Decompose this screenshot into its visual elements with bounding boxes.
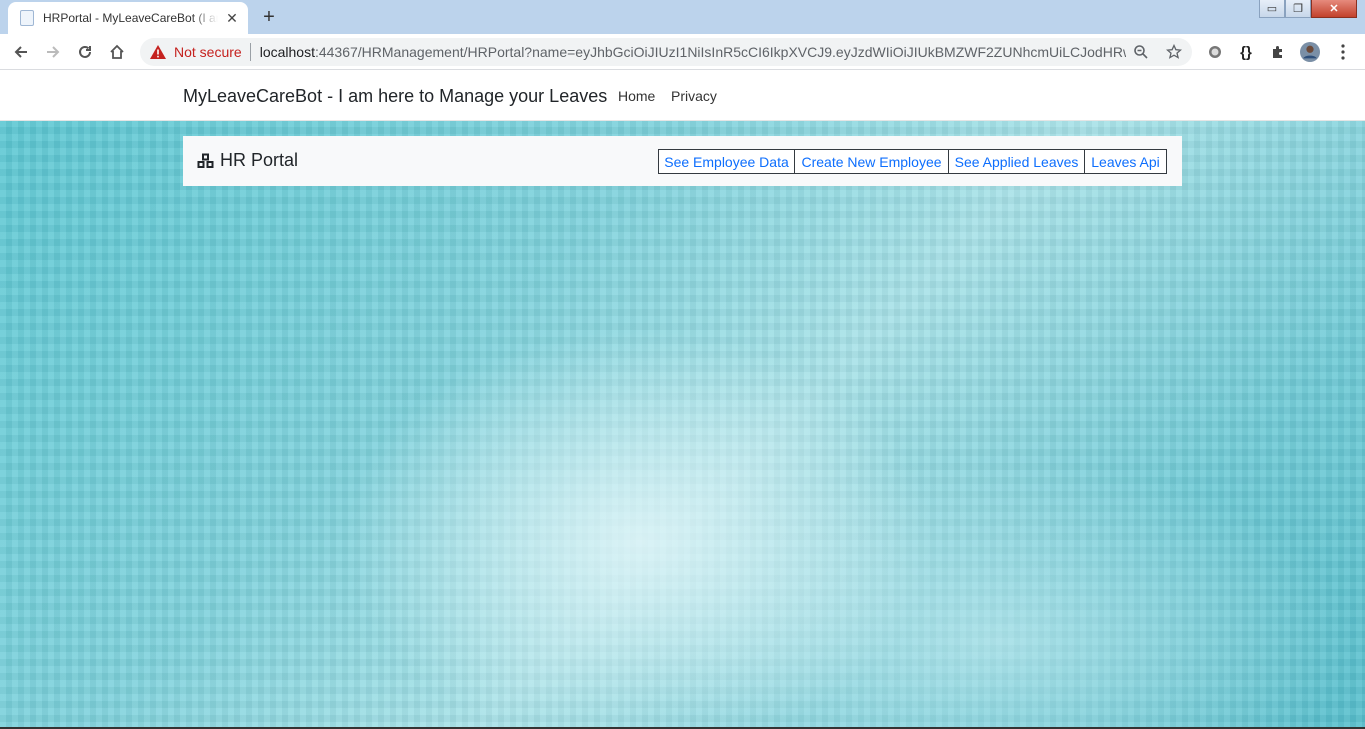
nav-link-privacy[interactable]: Privacy xyxy=(671,88,717,104)
portal-brand[interactable]: HR Portal xyxy=(197,150,298,171)
hr-portal-navbar: HR Portal See Employee Data Create New E… xyxy=(183,136,1182,186)
url-text[interactable]: localhost:44367/HRManagement/HRPortal?na… xyxy=(260,44,1126,60)
tab-title: HRPortal - MyLeaveCareBot (I am here to … xyxy=(43,11,218,25)
portal-title: HR Portal xyxy=(220,150,299,170)
cubes-icon xyxy=(197,153,214,168)
site-navbar: MyLeaveCareBot - I am here to Manage you… xyxy=(0,71,1365,121)
page-background-image xyxy=(0,121,1365,729)
json-viewer-icon[interactable]: {} xyxy=(1236,42,1256,62)
address-bar[interactable]: Not secure localhost:44367/HRManagement/… xyxy=(140,38,1192,66)
browser-tab[interactable]: HRPortal - MyLeaveCareBot (I am here to … xyxy=(8,2,248,34)
minimize-button[interactable]: ▭ xyxy=(1259,0,1285,18)
not-secure-label[interactable]: Not secure xyxy=(174,44,242,60)
tab-close-icon[interactable]: ✕ xyxy=(224,10,240,26)
see-applied-leaves-button[interactable]: See Applied Leaves xyxy=(948,149,1085,174)
zoom-icon[interactable] xyxy=(1132,43,1150,61)
back-icon[interactable] xyxy=(8,39,34,65)
browser-titlebar: HRPortal - MyLeaveCareBot (I am here to … xyxy=(0,0,1365,34)
omnibox-divider xyxy=(249,43,251,61)
puzzle-icon[interactable] xyxy=(1268,42,1288,62)
restore-button[interactable]: ❐ xyxy=(1285,0,1311,18)
see-employee-data-button[interactable]: See Employee Data xyxy=(658,149,795,174)
close-window-button[interactable]: ✕ xyxy=(1311,0,1357,18)
page-favicon-icon xyxy=(20,10,34,26)
url-host: localhost xyxy=(259,44,315,60)
extension-circle-icon[interactable] xyxy=(1205,42,1225,62)
create-new-employee-button[interactable]: Create New Employee xyxy=(794,149,949,174)
url-path: :44367/HRManagement/HRPortal?name=eyJhbG… xyxy=(314,44,1126,60)
menu-icon[interactable] xyxy=(1333,42,1353,62)
reload-icon[interactable] xyxy=(72,39,98,65)
forward-icon[interactable] xyxy=(40,39,66,65)
star-icon[interactable] xyxy=(1165,43,1183,61)
profile-avatar[interactable] xyxy=(1300,42,1320,62)
nav-link-home[interactable]: Home xyxy=(618,88,655,104)
window-controls: ▭ ❐ ✕ xyxy=(1259,0,1357,18)
warning-icon xyxy=(150,45,166,59)
new-tab-button[interactable]: + xyxy=(255,3,283,31)
browser-toolbar: Not secure localhost:44367/HRManagement/… xyxy=(0,34,1365,70)
site-brand[interactable]: MyLeaveCareBot - I am here to Manage you… xyxy=(183,86,607,107)
leaves-api-button[interactable]: Leaves Api xyxy=(1084,149,1167,174)
home-icon[interactable] xyxy=(104,39,130,65)
